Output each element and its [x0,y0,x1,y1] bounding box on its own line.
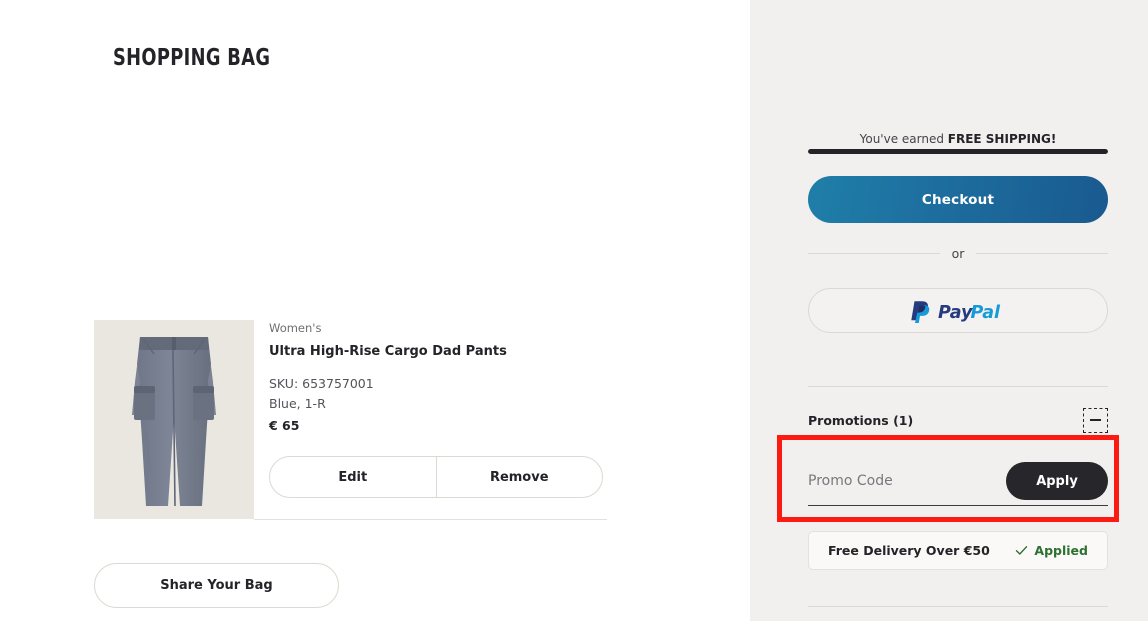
remove-button[interactable]: Remove [435,457,603,497]
product-name[interactable]: Ultra High-Rise Cargo Dad Pants [269,343,607,361]
bag-item-row: Women's Ultra High-Rise Cargo Dad Pants … [94,320,607,519]
checkout-button[interactable]: Checkout [808,176,1108,223]
or-rule-right [976,253,1109,254]
shipping-progress-bar [808,149,1108,154]
or-separator: or [808,246,1109,261]
promotions-top-divider [808,386,1108,387]
share-your-bag-button[interactable]: Share Your Bag [94,563,339,608]
shipping-prefix: You've earned [859,132,948,146]
item-actions: Edit Remove [269,456,603,498]
applied-promotion-row: Free Delivery Over €50 Applied [808,531,1108,570]
apply-promo-button[interactable]: Apply [1006,462,1108,500]
product-image [94,320,254,519]
promotions-title: Promotions (1) [808,412,914,428]
paypal-pal-text: Pal [970,303,1001,323]
applied-status-label: Applied [1034,543,1088,558]
main-content: SHOPPING BAG Women's Ultra High-Rise Car… [0,0,750,621]
paypal-logo-icon: Pay Pal [910,300,1001,323]
paypal-button[interactable]: Pay Pal [808,288,1108,333]
or-label: or [951,246,965,261]
free-shipping-message: You've earned FREE SHIPPING! [808,131,1108,147]
product-sku: SKU: 653757001 [269,376,374,391]
promo-code-field-group: Apply [808,462,1108,508]
check-icon [1016,546,1028,555]
order-summary-sidebar: You've earned FREE SHIPPING! Checkout or… [750,0,1148,621]
promotions-bottom-divider [808,606,1108,607]
product-price: € 65 [269,418,300,433]
product-variant: Blue, 1-R [269,396,326,411]
promotions-collapse-button[interactable] [1083,407,1108,433]
or-rule-left [808,253,940,254]
shipping-progress-fill [808,149,1108,154]
applied-promotion-name: Free Delivery Over €50 [828,543,990,558]
product-category: Women's [269,321,322,335]
edit-button[interactable]: Edit [270,457,436,497]
minus-icon [1090,419,1101,421]
promotions-header: Promotions (1) [808,407,1108,433]
shipping-highlight: FREE SHIPPING! [947,132,1057,146]
shopping-bag-page: SHOPPING BAG Women's Ultra High-Rise Car… [0,0,1148,621]
product-details: Women's Ultra High-Rise Cargo Dad Pants … [254,320,607,519]
applied-promotion-status: Applied [1015,543,1088,558]
paypal-pay-text: Pay [938,303,974,323]
product-thumbnail[interactable] [94,320,254,519]
item-divider [254,519,607,520]
page-title: SHOPPING BAG [113,45,271,71]
